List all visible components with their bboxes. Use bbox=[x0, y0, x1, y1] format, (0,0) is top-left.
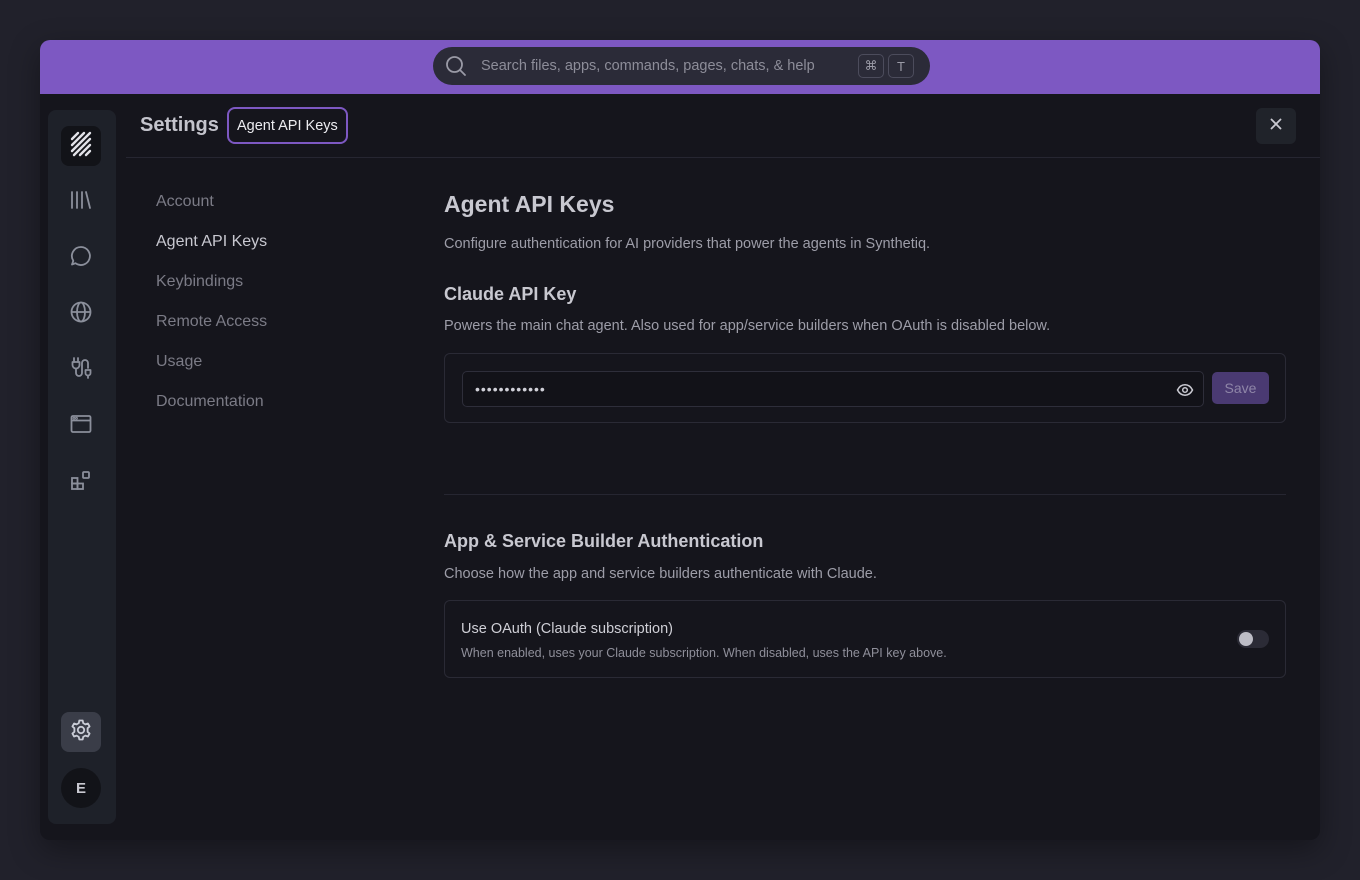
widgets-icon bbox=[69, 468, 93, 497]
oauth-card: Use OAuth (Claude subscription) When ena… bbox=[444, 600, 1286, 678]
oauth-description: When enabled, uses your Claude subscript… bbox=[461, 646, 947, 660]
shortcut-key-cmd: ⌘ bbox=[858, 54, 884, 78]
nav-item-documentation[interactable]: Documentation bbox=[156, 390, 267, 430]
rail-item-library[interactable] bbox=[61, 182, 101, 222]
rail-item-services[interactable] bbox=[61, 350, 101, 390]
auth-description: Choose how the app and service builders … bbox=[444, 566, 877, 582]
section-chip: Agent API Keys bbox=[227, 107, 348, 144]
oauth-toggle[interactable] bbox=[1237, 630, 1269, 648]
nav-item-keybindings[interactable]: Keybindings bbox=[156, 270, 267, 310]
section-description: Configure authentication for AI provider… bbox=[444, 236, 931, 252]
settings-header: Settings Agent API Keys bbox=[126, 94, 1320, 158]
globe-icon bbox=[69, 300, 93, 329]
masked-key-value: •••••••••••• bbox=[475, 381, 546, 397]
rail-item-widgets[interactable] bbox=[61, 462, 101, 502]
sidebar-rail: E bbox=[48, 110, 116, 824]
claude-api-key-input[interactable]: •••••••••••• bbox=[462, 371, 1204, 407]
gear-icon bbox=[69, 718, 93, 747]
stack-logo-icon bbox=[68, 131, 94, 162]
rail-item-web[interactable] bbox=[61, 294, 101, 334]
search-bar[interactable]: Search files, apps, commands, pages, cha… bbox=[433, 47, 930, 85]
claude-key-description: Powers the main chat agent. Also used fo… bbox=[444, 318, 1051, 334]
nav-item-account[interactable]: Account bbox=[156, 190, 267, 230]
rail-item-logo[interactable] bbox=[61, 126, 101, 166]
rail-item-settings[interactable] bbox=[61, 712, 101, 752]
section-title: Agent API Keys bbox=[444, 191, 615, 217]
save-button[interactable]: Save bbox=[1212, 372, 1269, 404]
page-title: Settings bbox=[140, 114, 219, 136]
window-icon bbox=[69, 412, 93, 441]
nav-item-usage[interactable]: Usage bbox=[156, 350, 267, 390]
user-avatar[interactable]: E bbox=[61, 768, 101, 808]
claude-key-title: Claude API Key bbox=[444, 284, 577, 304]
plug-icon bbox=[69, 356, 93, 385]
close-icon bbox=[1269, 117, 1283, 136]
search-placeholder: Search files, apps, commands, pages, cha… bbox=[481, 58, 815, 74]
auth-title: App & Service Builder Authentication bbox=[444, 531, 764, 551]
app-window: Search files, apps, commands, pages, cha… bbox=[40, 40, 1320, 840]
nav-item-agent-api-keys[interactable]: Agent API Keys bbox=[156, 230, 267, 270]
chat-bubble-icon bbox=[69, 244, 93, 273]
section-divider bbox=[444, 494, 1286, 495]
oauth-label: Use OAuth (Claude subscription) bbox=[461, 621, 673, 637]
claude-key-card: •••••••••••• Save bbox=[444, 353, 1286, 423]
rail-item-chats[interactable] bbox=[61, 238, 101, 278]
library-icon bbox=[69, 188, 93, 217]
search-icon bbox=[445, 55, 467, 77]
close-button[interactable] bbox=[1256, 108, 1296, 144]
rail-item-apps[interactable] bbox=[61, 406, 101, 446]
nav-item-remote-access[interactable]: Remote Access bbox=[156, 310, 267, 350]
shortcut-key-t: T bbox=[888, 54, 914, 78]
top-bar: Search files, apps, commands, pages, cha… bbox=[40, 40, 1320, 94]
settings-nav: Account Agent API Keys Keybindings Remot… bbox=[156, 190, 267, 430]
eye-icon[interactable] bbox=[1176, 381, 1194, 399]
toggle-knob bbox=[1239, 632, 1253, 646]
